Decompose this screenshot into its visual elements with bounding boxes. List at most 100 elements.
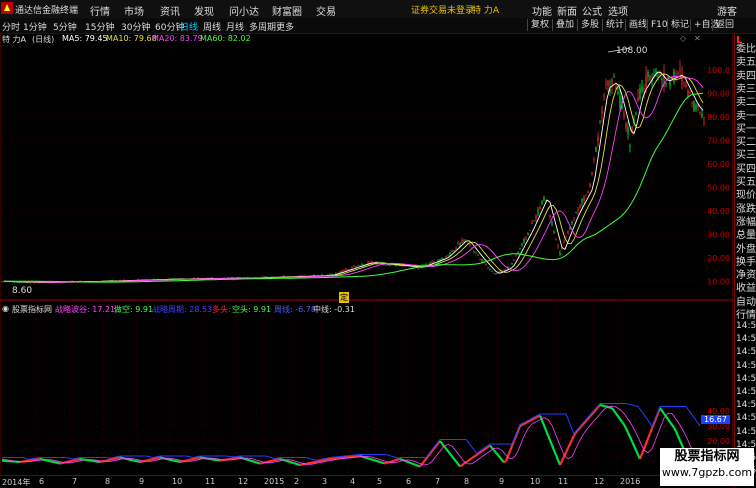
candle-body	[521, 244, 522, 246]
indicator-segment	[640, 454, 642, 459]
panel-time-2: 14:55	[736, 346, 756, 359]
indicator-segment	[442, 444, 444, 447]
panel-item-14: 总量	[736, 229, 756, 242]
indicator-segment	[246, 459, 248, 460]
ding-marker: 定	[339, 292, 349, 303]
candle-body	[345, 269, 346, 271]
kline-chart-area[interactable]: 100.090.0080.0070.0060.0050.0040.0030.00…	[0, 0, 734, 487]
candle-body	[577, 209, 578, 211]
indicator-segment	[554, 450, 556, 455]
indicator-segment	[386, 463, 388, 464]
date-tick-20: 2016	[620, 477, 640, 486]
date-tick-19: 12	[594, 477, 604, 486]
indicator-segment	[634, 446, 636, 450]
candle-body	[565, 237, 566, 238]
indicator-segment	[522, 424, 524, 425]
indicator-segment	[298, 464, 300, 465]
sub-current-value: 16.67	[701, 415, 730, 424]
indicator-segment	[616, 414, 618, 417]
candle-body	[533, 220, 534, 221]
candle-body	[677, 73, 678, 75]
indicator-segment	[672, 425, 674, 428]
indicator-segment	[678, 436, 680, 441]
indicator-segment	[468, 460, 470, 461]
panel-time-8: 14:56	[736, 426, 756, 439]
candle-body	[579, 205, 580, 208]
candle-body	[535, 215, 536, 220]
candle-body	[697, 105, 698, 107]
date-tick-4: 9	[139, 477, 144, 486]
indicator-segment	[294, 463, 296, 464]
candle-body	[481, 259, 482, 262]
indicator-segment	[610, 408, 612, 409]
indicator-segment	[648, 434, 650, 439]
indicator-segment	[440, 441, 442, 444]
candle-body	[389, 265, 390, 266]
indicator-segment	[284, 460, 286, 461]
indicator-segment	[476, 454, 478, 455]
indicator-segment	[450, 454, 452, 457]
indicator-segment	[452, 456, 454, 459]
indicator-segment	[602, 406, 604, 407]
indicator-segment	[520, 425, 522, 426]
indicator-segment	[392, 461, 394, 462]
indicator-segment	[290, 462, 292, 463]
candle-body	[447, 255, 448, 256]
price-tick-5: 50.00	[707, 183, 730, 192]
indicator-name[interactable]: 股票指标网	[12, 304, 52, 315]
candle-body	[431, 262, 432, 263]
indicator-segment	[400, 459, 402, 460]
date-tick-2: 7	[72, 477, 77, 486]
date-tick-13: 6	[406, 477, 411, 486]
candle-body	[445, 256, 446, 257]
candle-body	[499, 271, 500, 272]
indicator-segment	[552, 445, 554, 450]
indicator-segment	[662, 411, 664, 414]
candle-body	[457, 243, 458, 244]
candle-body	[509, 267, 510, 268]
indicator-segment	[378, 461, 380, 462]
price-tick-8: 20.00	[707, 254, 730, 263]
indicator-segment	[632, 441, 634, 445]
candle-body	[557, 246, 558, 247]
indicator-segment	[680, 441, 682, 446]
panel-item-15: 外盘	[736, 243, 756, 256]
candle-body	[347, 269, 348, 270]
indicator-segment	[248, 460, 250, 461]
candle-body	[597, 137, 598, 142]
price-axis: 100.090.0080.0070.0060.0050.0040.0030.00…	[707, 66, 730, 461]
date-tick-6: 11	[205, 477, 215, 486]
indicator-segment	[404, 461, 406, 462]
panel-item-6: 买一	[736, 123, 756, 136]
panel-item-18: 收益	[736, 282, 756, 295]
candle-body	[493, 273, 494, 274]
candle-body	[575, 212, 576, 213]
indicator-segment	[408, 462, 410, 463]
indicator-segment	[636, 450, 638, 454]
indicator-settings-icon[interactable]: ◉	[2, 304, 9, 313]
price-tick-4: 60.00	[707, 160, 730, 169]
indicator-segment	[570, 440, 572, 444]
candle-body	[623, 113, 624, 117]
indicator-segment	[258, 463, 260, 464]
indicator-segment	[470, 458, 472, 459]
candle-body	[703, 118, 704, 119]
candle-body	[367, 262, 368, 264]
indicator-segment	[544, 425, 546, 430]
panel-item-8: 买三	[736, 149, 756, 162]
candle-body	[341, 270, 342, 272]
candle-body	[695, 104, 696, 109]
panel-item-5: 卖一	[736, 110, 756, 123]
candle-body	[629, 146, 630, 147]
date-tick-14: 7	[435, 477, 440, 486]
indicator-segment	[254, 462, 256, 463]
panel-item-12: 涨跌	[736, 203, 756, 216]
indicator-segment	[370, 459, 372, 460]
candle-body	[539, 207, 540, 209]
panel-time-4: 14:56	[736, 373, 756, 386]
candle-body	[495, 273, 496, 274]
candle-body	[563, 242, 564, 243]
candle-body	[603, 96, 604, 97]
candle-body	[683, 82, 684, 83]
indicator-segment	[376, 461, 378, 462]
